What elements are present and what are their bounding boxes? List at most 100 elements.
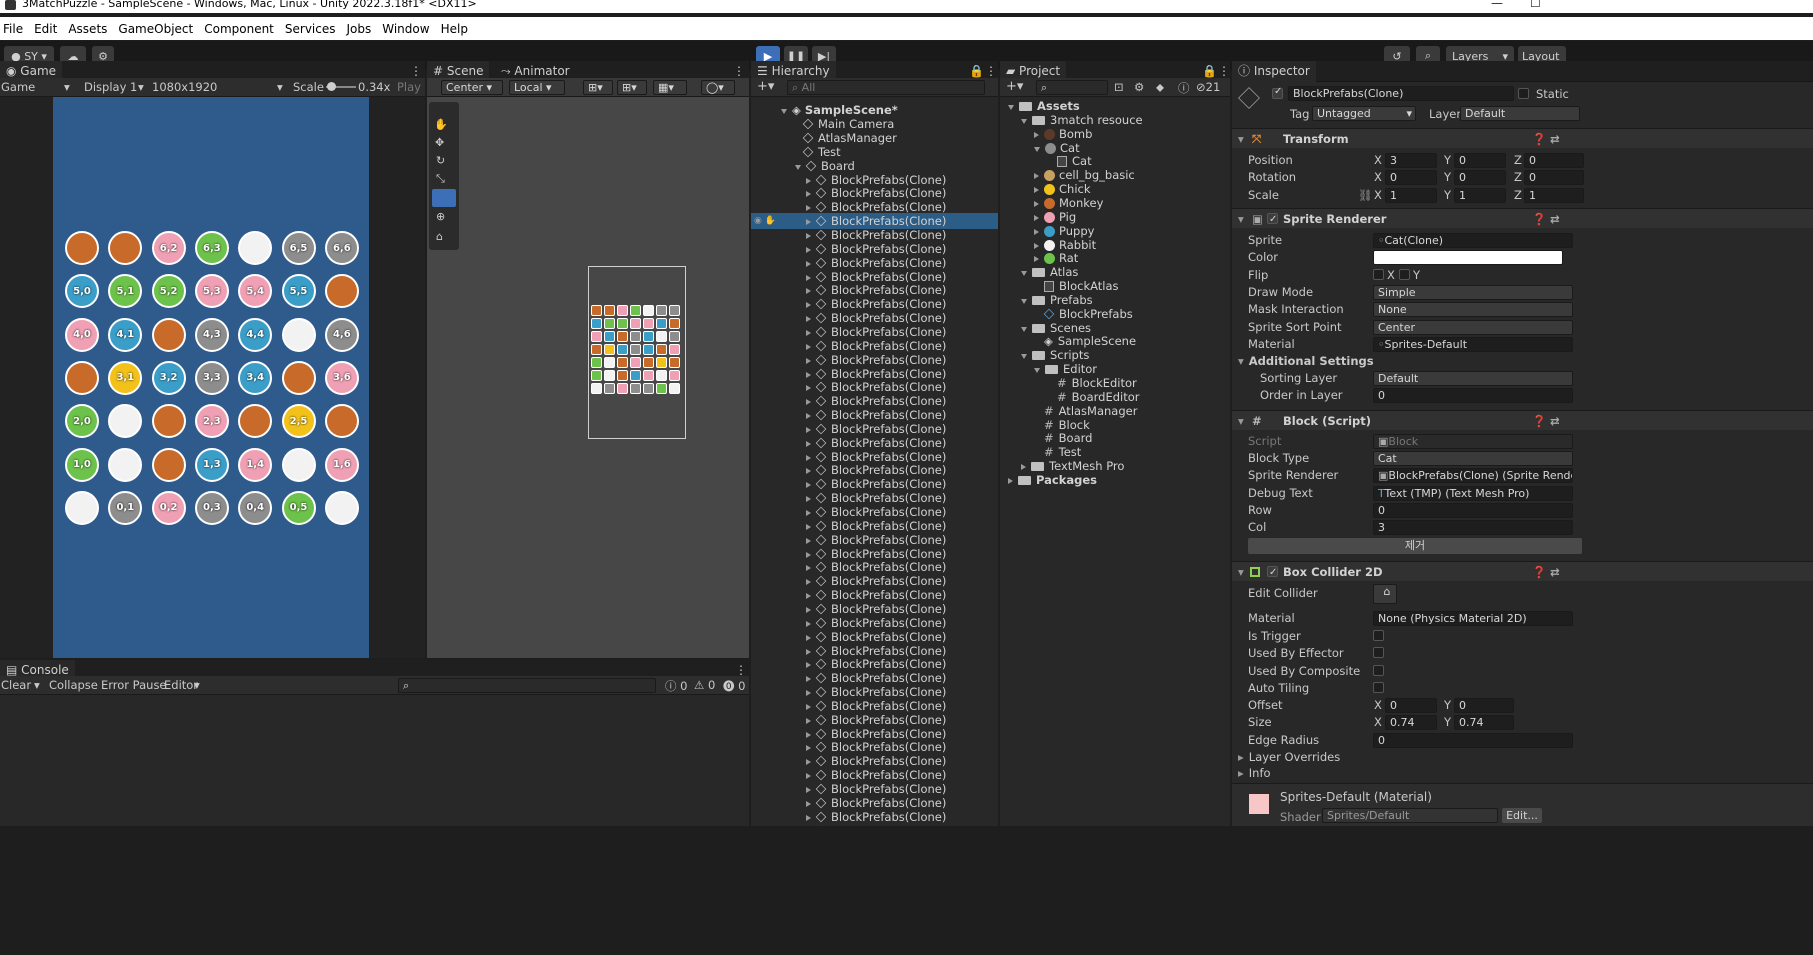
board-tile[interactable]: 6,2 — [151, 231, 186, 265]
move-tool-icon[interactable]: ✥ — [435, 136, 444, 149]
rotation-y-field[interactable]: 0 — [1454, 170, 1506, 186]
chevron-down-icon[interactable]: ▾ — [34, 678, 40, 692]
hand-tool-icon[interactable]: ✋ — [434, 118, 448, 131]
custom-tool-icon[interactable]: ⌂ — [436, 230, 443, 243]
chevron-right-icon[interactable] — [1034, 131, 1039, 138]
chevron-right-icon[interactable] — [806, 343, 811, 350]
sprite-field-value[interactable]: ◦Sprites-Default — [1373, 336, 1573, 352]
edit-shader-button[interactable]: Edit... — [1502, 808, 1542, 823]
chevron-down-icon[interactable] — [1034, 146, 1040, 152]
board-tile[interactable]: 5,1 — [108, 274, 143, 309]
console-search-input[interactable]: ⌕ — [398, 678, 656, 693]
board-tile[interactable] — [151, 447, 186, 482]
chevron-right-icon[interactable] — [806, 703, 811, 710]
board-tile[interactable]: 0,4 — [238, 490, 273, 525]
chevron-right-icon[interactable] — [806, 773, 811, 780]
chevron-right-icon[interactable] — [806, 690, 811, 697]
chevron-right-icon[interactable] — [806, 593, 811, 600]
chevron-right-icon[interactable] — [806, 579, 811, 586]
rotate-tool-icon[interactable]: ↻ — [436, 154, 445, 167]
clear-button[interactable]: Clear — [1, 678, 31, 692]
board-tile[interactable]: 2,0 — [65, 404, 99, 439]
position-y-field[interactable]: 0 — [1454, 153, 1506, 168]
sprite-renderer-header[interactable]: ▾ ▣ ✓ Sprite Renderer ❓ ⇄ — [1232, 208, 1813, 228]
help-icon[interactable]: ❓ — [1532, 411, 1546, 431]
chevron-right-icon[interactable] — [806, 634, 811, 641]
chevron-right-icon[interactable] — [806, 246, 811, 253]
menu-edit[interactable]: Edit — [34, 22, 57, 36]
board-tile[interactable]: 3,2 — [151, 360, 186, 395]
board-tile[interactable]: 3,4 — [238, 360, 273, 395]
board-tile[interactable]: 5,3 — [194, 274, 229, 309]
chevron-right-icon[interactable] — [806, 814, 811, 821]
scale-x-field[interactable]: 1 — [1385, 187, 1437, 203]
board-tile[interactable]: 5,2 — [151, 274, 186, 309]
edge-radius-field[interactable]: 0 — [1373, 733, 1573, 748]
rect-tool-icon[interactable] — [432, 189, 456, 207]
position-z-field[interactable]: 0 — [1524, 153, 1584, 168]
board-tile[interactable] — [324, 490, 359, 525]
chevron-right-icon[interactable] — [806, 205, 811, 212]
board-tile[interactable] — [281, 360, 316, 395]
position-x-field[interactable]: 3 — [1385, 153, 1437, 168]
chevron-down-icon[interactable] — [795, 164, 801, 170]
chevron-down-icon[interactable] — [1021, 271, 1027, 277]
chevron-right-icon[interactable] — [806, 302, 811, 309]
flip-x-checkbox[interactable] — [1373, 268, 1384, 280]
filter-type-icon[interactable]: ⊡ — [1114, 80, 1124, 94]
help-icon[interactable]: ❓ — [1532, 129, 1546, 149]
chevron-right-icon[interactable] — [806, 233, 811, 239]
chevron-right-icon[interactable] — [806, 648, 811, 655]
match-board[interactable]: 6,2 6,3 6,5 6,6 5,0 5,1 5,2 5,3 5,4 5,5 4,0 4,1 4,3 4… — [53, 97, 369, 658]
menu-assets[interactable]: Assets — [68, 22, 107, 36]
sprite-field-value[interactable]: ◦Cat(Clone) — [1373, 233, 1573, 248]
settings-icon[interactable]: ⇄ — [1550, 411, 1560, 431]
board-tile[interactable]: 1,4 — [238, 447, 273, 482]
board-tile[interactable]: 3,1 — [108, 360, 143, 395]
static-checkbox[interactable] — [1518, 88, 1529, 99]
box-collider-enabled-checkbox[interactable]: ✓ — [1267, 566, 1278, 578]
chevron-right-icon[interactable] — [806, 219, 811, 226]
add-icon[interactable]: +▾ — [1006, 79, 1023, 94]
size-x-field[interactable]: 0.74 — [1385, 715, 1437, 730]
chevron-right-icon[interactable] — [806, 454, 811, 461]
board-tile[interactable] — [65, 231, 99, 265]
block-field-value[interactable]: Cat — [1373, 451, 1573, 467]
tab-inspector[interactable]: ⓘ Inspector — [1232, 61, 1316, 82]
chevron-right-icon[interactable] — [806, 551, 811, 558]
game-view[interactable]: 6,2 6,3 6,5 6,6 5,0 5,1 5,2 5,3 5,4 5,5 4,0 4,1 4,3 4… — [0, 97, 425, 658]
display-dropdown[interactable]: Display 1 — [84, 80, 137, 94]
chevron-right-icon[interactable] — [806, 482, 811, 489]
tag-dropdown[interactable]: Untagged ▾ — [1312, 106, 1416, 121]
board-tile[interactable] — [238, 231, 273, 265]
error-pause-button[interactable]: Error Pause — [101, 678, 167, 692]
chevron-right-icon[interactable] — [806, 606, 811, 613]
board-tile[interactable]: 6,6 — [324, 231, 359, 265]
add-icon[interactable]: +▾ — [757, 79, 774, 94]
board-tile[interactable]: 0,2 — [151, 490, 186, 525]
collider-checkbox[interactable] — [1373, 664, 1384, 676]
size-y-field[interactable]: 0.74 — [1454, 715, 1514, 730]
chevron-right-icon[interactable] — [806, 676, 811, 683]
menu-help[interactable]: Help — [441, 22, 468, 36]
chevron-down-icon[interactable] — [1021, 118, 1027, 124]
info-foldout[interactable]: ▸ Info — [1238, 766, 1271, 780]
chevron-right-icon[interactable] — [806, 260, 811, 267]
object-name-field[interactable]: BlockPrefabs(Clone) — [1288, 86, 1514, 101]
menu-gameobject[interactable]: GameObject — [118, 22, 193, 36]
board-tile[interactable]: 1,6 — [324, 447, 359, 482]
sprite-renderer-enabled-checkbox[interactable]: ✓ — [1267, 213, 1278, 225]
board-tile[interactable]: 4,1 — [108, 317, 143, 352]
chevron-right-icon[interactable] — [806, 288, 811, 295]
menu-window[interactable]: Window — [382, 22, 429, 36]
help-icon[interactable]: ❓ — [1532, 562, 1546, 582]
chevron-right-icon[interactable] — [806, 177, 811, 184]
sprite-field-value[interactable]: Simple — [1373, 284, 1573, 300]
board-tile[interactable]: 6,3 — [194, 231, 229, 265]
chevron-right-icon[interactable] — [806, 385, 811, 392]
transform-tool-icon[interactable]: ⊕ — [436, 210, 445, 223]
hidden-count[interactable]: ⊘21 — [1196, 80, 1220, 94]
rotation-x-field[interactable]: 0 — [1385, 170, 1437, 186]
chevron-right-icon[interactable] — [806, 191, 811, 198]
layer-dropdown[interactable]: Default — [1460, 106, 1580, 121]
